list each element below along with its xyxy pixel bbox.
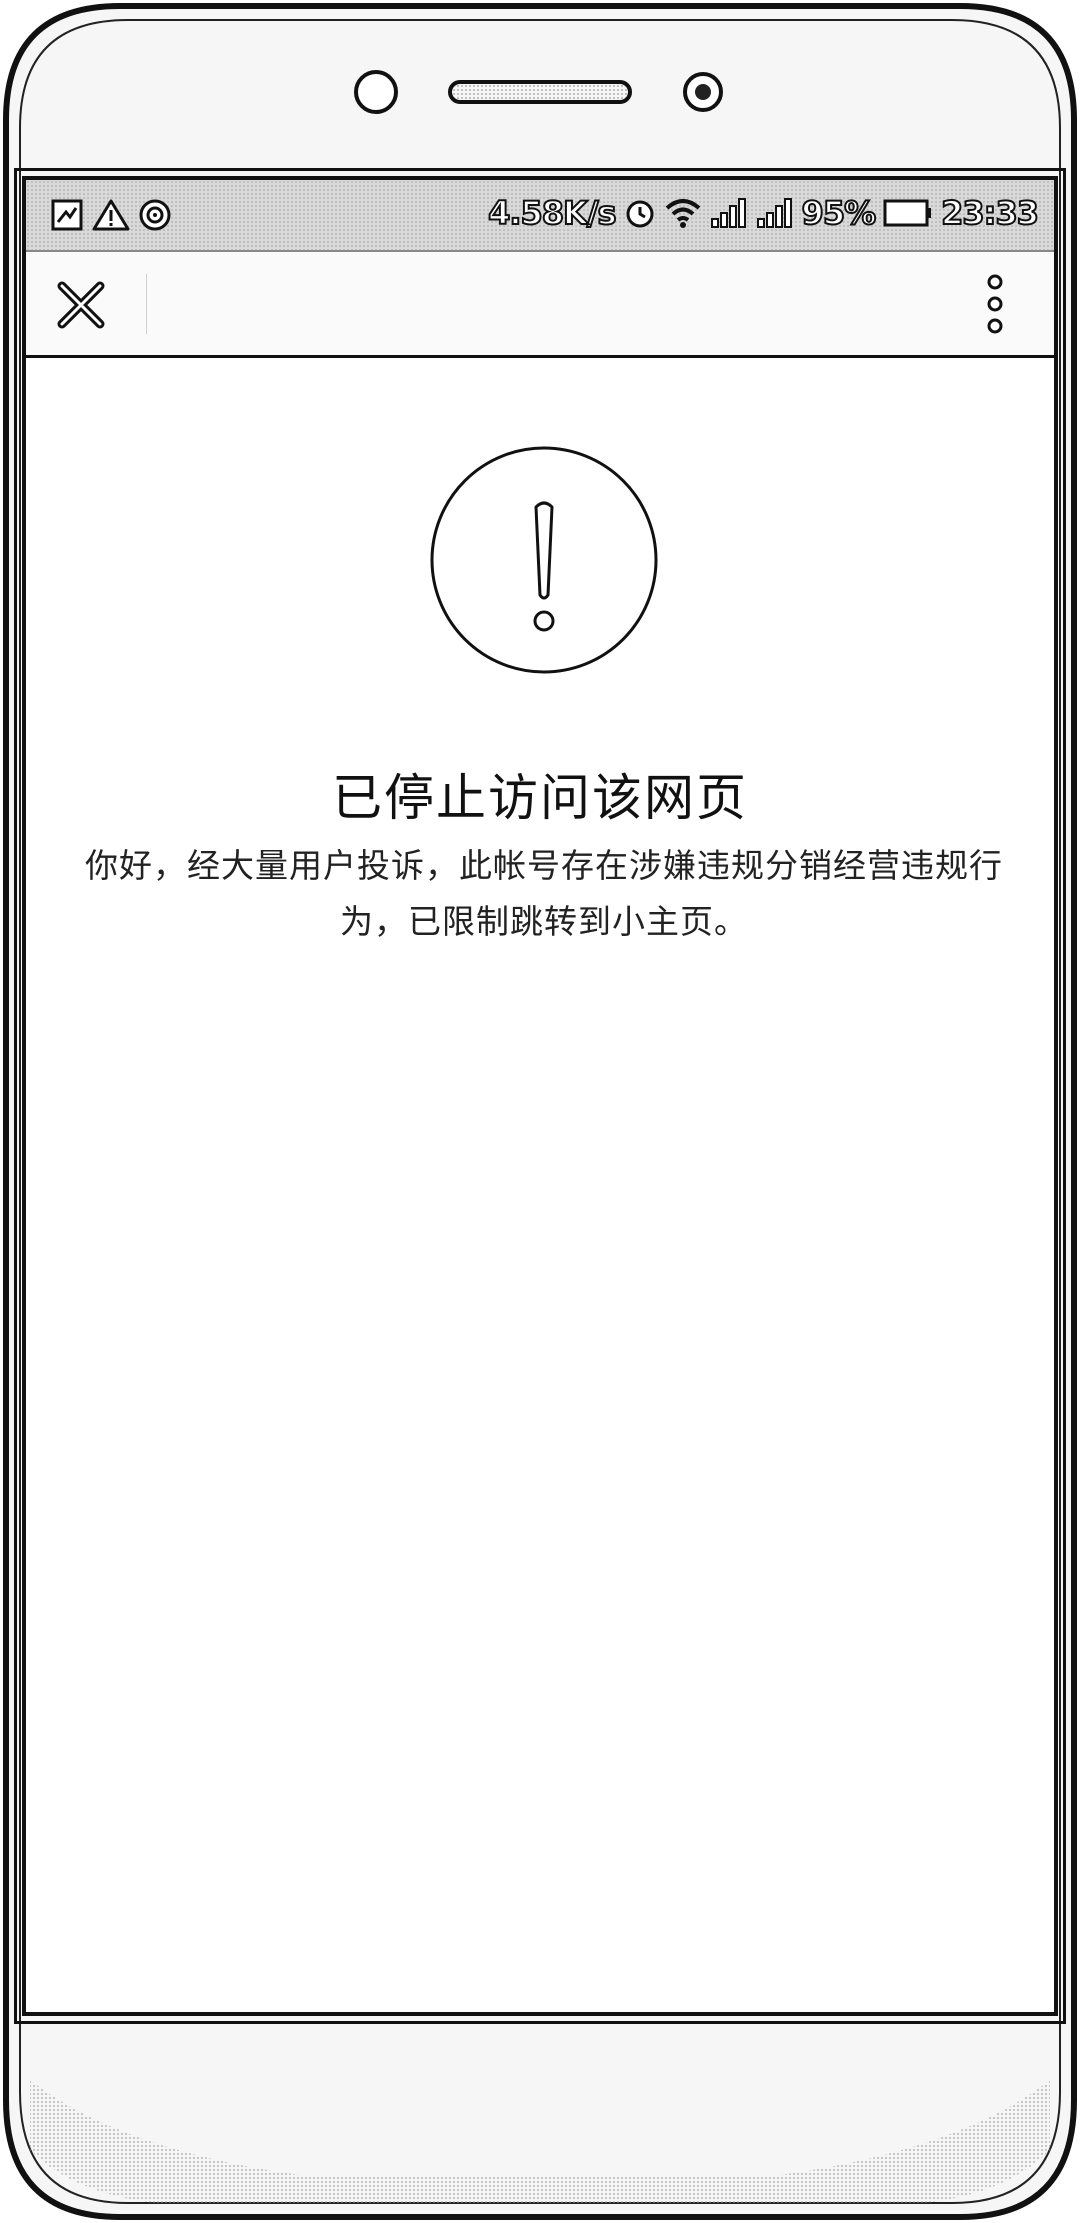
status-notifications (50, 198, 172, 232)
phone-screen: 4.58K/s 95% 23:33 已停止访问该网页 你好，经大量用户投诉，此帐… (14, 168, 1066, 2024)
signal-icon (756, 198, 792, 228)
page-title: 已停止访问该网页 (332, 769, 748, 827)
wifi-icon (665, 199, 700, 228)
earpiece-speaker (448, 80, 632, 104)
more-vertical-icon[interactable] (982, 274, 1008, 334)
close-icon[interactable] (56, 280, 106, 330)
page-description: 你好，经大量用户投诉，此帐号存在涉嫌违规分销经营违规行为，已限制跳转到小主页。 (85, 846, 1003, 941)
webview-nav-bar (26, 252, 1054, 358)
network-speed: 4.58K/s (487, 193, 617, 233)
image-notification-icon (51, 199, 83, 231)
front-sensor (354, 70, 398, 114)
battery-icon (883, 199, 932, 227)
nav-divider (146, 274, 147, 334)
alarm-icon (626, 200, 654, 228)
signal-icon (710, 198, 746, 228)
status-bar: 4.58K/s 95% 23:33 (26, 180, 1054, 252)
app-notification-icon (139, 199, 171, 231)
status-time: 23:33 (940, 193, 1040, 233)
blocked-page-content: 已停止访问该网页 你好，经大量用户投诉，此帐号存在涉嫌违规分销经营违规行为，已限… (26, 358, 1054, 1998)
exclamation-circle-icon (430, 446, 658, 674)
warning-notification-icon (92, 199, 130, 231)
status-indicators: 4.58K/s 95% 23:33 (487, 193, 1040, 233)
battery-percent: 95% (801, 193, 878, 233)
